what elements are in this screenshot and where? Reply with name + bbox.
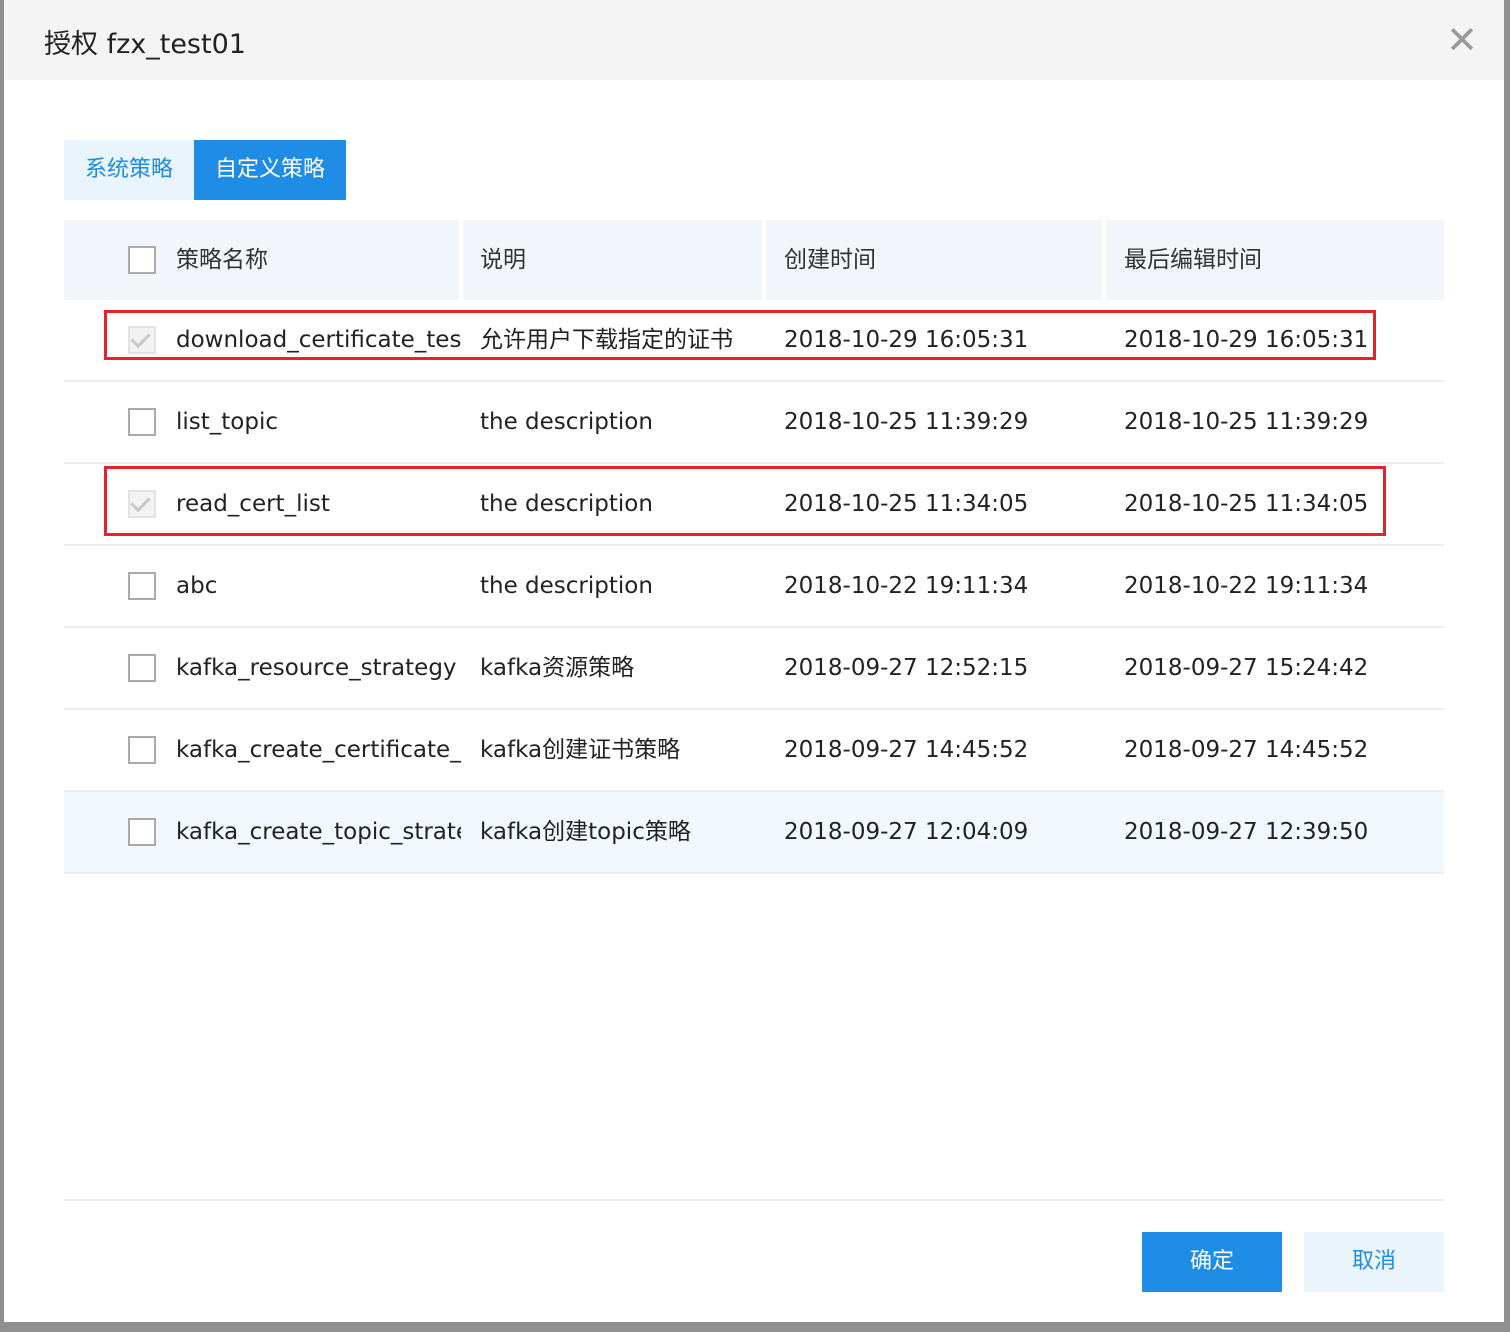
created-time: 2018-09-27 12:52:15 bbox=[784, 655, 1029, 681]
created-time: 2018-10-25 11:34:05 bbox=[784, 491, 1029, 517]
policy-description: 允许用户下载指定的证书 bbox=[480, 327, 733, 353]
policy-description: the description bbox=[480, 491, 653, 517]
column-divider bbox=[762, 220, 766, 300]
tab-custom-policy[interactable]: 自定义策略 bbox=[194, 140, 347, 200]
edited-time: 2018-10-25 11:39:29 bbox=[1124, 409, 1369, 435]
created-time: 2018-09-27 12:04:09 bbox=[784, 819, 1029, 845]
policy-name: kafka_create_topic_strategy bbox=[176, 819, 461, 845]
row-checkbox bbox=[128, 326, 156, 354]
policy-name: kafka_create_certificate_strategy bbox=[176, 737, 461, 763]
table-body: download_certificate_test 允许用户下载指定的证书 2018… bbox=[64, 300, 1444, 874]
table-row[interactable]: kafka_create_topic_strategy kafka创建topic策… bbox=[64, 792, 1444, 874]
column-header-edited: 最后编辑时间 bbox=[1124, 247, 1262, 273]
edited-time: 2018-09-27 14:45:52 bbox=[1124, 737, 1369, 763]
column-divider bbox=[459, 220, 463, 300]
edited-time: 2018-09-27 15:24:42 bbox=[1124, 655, 1369, 681]
created-time: 2018-10-22 19:11:34 bbox=[784, 573, 1029, 599]
edited-time: 2018-10-29 16:05:31 bbox=[1124, 327, 1369, 353]
policy-name: kafka_resource_strategy bbox=[176, 655, 457, 681]
policy-description: the description bbox=[480, 573, 653, 599]
table-row[interactable]: list_topic the description 2018-10-25 11:3… bbox=[64, 382, 1444, 464]
footer-divider bbox=[64, 1199, 1444, 1201]
column-header-name: 策略名称 bbox=[176, 247, 268, 273]
edited-time: 2018-09-27 12:39:50 bbox=[1124, 819, 1369, 845]
policy-description: kafka创建证书策略 bbox=[480, 737, 681, 763]
row-checkbox[interactable] bbox=[128, 408, 156, 436]
check-icon bbox=[130, 327, 151, 349]
row-checkbox[interactable] bbox=[128, 736, 156, 764]
table-row[interactable]: download_certificate_test 允许用户下载指定的证书 2018… bbox=[64, 300, 1444, 382]
policy-description: kafka创建topic策略 bbox=[480, 819, 691, 845]
table-row[interactable]: kafka_resource_strategy kafka资源策略 2018-09-… bbox=[64, 628, 1444, 710]
policy-name: abc bbox=[176, 573, 218, 599]
table-row[interactable]: abc the description 2018-10-22 19:11:34 201… bbox=[64, 546, 1444, 628]
row-checkbox bbox=[128, 490, 156, 518]
created-time: 2018-10-25 11:39:29 bbox=[784, 409, 1029, 435]
created-time: 2018-10-29 16:05:31 bbox=[784, 327, 1029, 353]
policy-name: list_topic bbox=[176, 409, 279, 435]
column-header-description: 说明 bbox=[480, 247, 526, 273]
cancel-button[interactable]: 取消 bbox=[1304, 1232, 1444, 1292]
dialog-title: 授权 fzx_test01 bbox=[44, 29, 246, 60]
dialog-header: 授权 fzx_test01 ✕ bbox=[4, 0, 1504, 80]
table-row[interactable]: read_cert_list the description 2018-10-25 … bbox=[64, 464, 1444, 546]
check-icon bbox=[130, 491, 151, 513]
row-checkbox[interactable] bbox=[128, 818, 156, 846]
policy-table: 策略名称 说明 创建时间 最后编辑时间 download_certificate… bbox=[64, 220, 1444, 874]
confirm-button[interactable]: 确定 bbox=[1142, 1232, 1282, 1292]
policy-name: read_cert_list bbox=[176, 491, 330, 517]
policy-description: kafka资源策略 bbox=[480, 655, 635, 681]
column-header-created: 创建时间 bbox=[784, 247, 876, 273]
row-checkbox[interactable] bbox=[128, 654, 156, 682]
tab-system-policy[interactable]: 系统策略 bbox=[64, 140, 195, 200]
table-header: 策略名称 说明 创建时间 最后编辑时间 bbox=[64, 220, 1444, 300]
policy-tabs: 系统策略 自定义策略 bbox=[64, 140, 347, 200]
select-all-checkbox[interactable] bbox=[128, 246, 156, 274]
close-icon[interactable]: ✕ bbox=[1442, 20, 1482, 60]
table-row[interactable]: kafka_create_certificate_strategy kafka创建… bbox=[64, 710, 1444, 792]
policy-name: download_certificate_test bbox=[176, 327, 461, 353]
policy-description: the description bbox=[480, 409, 653, 435]
column-divider bbox=[1102, 220, 1106, 300]
edited-time: 2018-10-22 19:11:34 bbox=[1124, 573, 1369, 599]
created-time: 2018-09-27 14:45:52 bbox=[784, 737, 1029, 763]
edited-time: 2018-10-25 11:34:05 bbox=[1124, 491, 1369, 517]
row-checkbox[interactable] bbox=[128, 572, 156, 600]
authorize-dialog: 授权 fzx_test01 ✕ 系统策略 自定义策略 策略名称 说明 创建时间 … bbox=[4, 0, 1504, 1322]
